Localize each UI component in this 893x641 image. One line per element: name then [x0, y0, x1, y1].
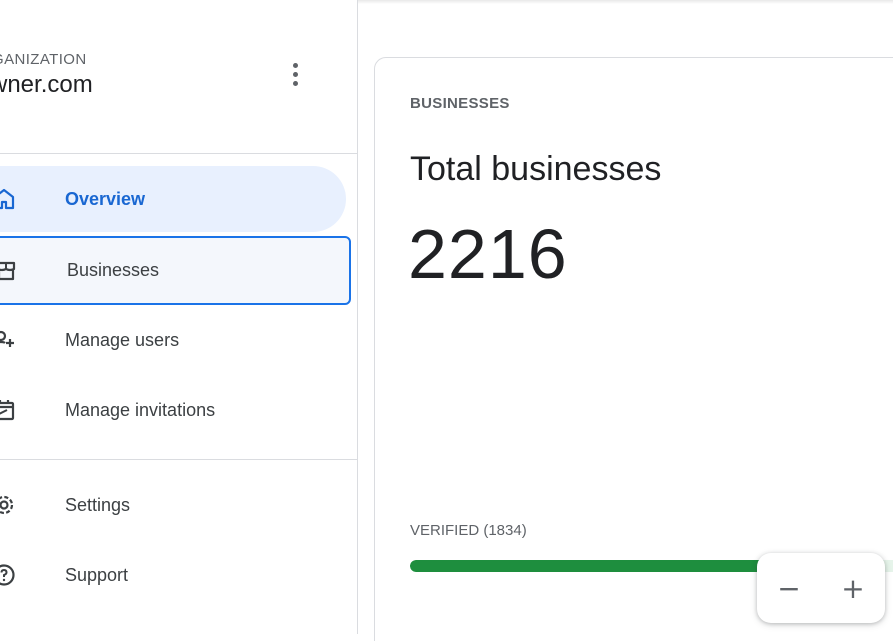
divider — [0, 153, 357, 154]
sidebar-item-label: Businesses — [67, 260, 160, 280]
add-user-icon — [0, 328, 16, 352]
sidebar-item-label: Overview — [65, 188, 146, 209]
sidebar-item-settings[interactable]: Settings — [0, 472, 346, 538]
calendar-check-icon — [0, 398, 16, 422]
store-icon — [0, 259, 18, 283]
sidebar-item-label: Settings — [65, 494, 131, 515]
verified-label: VERIFIED (1834) — [410, 522, 527, 539]
sidebar: GANIZATION wner.com Overview Businesses … — [0, 0, 358, 634]
sidebar-item-label: Manage invitations — [65, 399, 216, 420]
sidebar-item-label: Support — [65, 564, 129, 585]
zoom-out-button[interactable]: − — [769, 568, 809, 608]
help-icon — [0, 563, 16, 587]
divider — [0, 459, 357, 460]
home-icon — [0, 187, 16, 211]
zoom-in-button[interactable]: + — [833, 568, 873, 608]
sidebar-item-support[interactable]: Support — [0, 542, 346, 608]
app-frame: GANIZATION wner.com Overview Businesses … — [0, 0, 893, 641]
card-title: Total businesses — [410, 150, 662, 188]
card-eyebrow: BUSINESSES — [410, 95, 510, 112]
org-name: wner.com — [0, 71, 93, 98]
sidebar-item-manage-users[interactable]: Manage users — [0, 307, 346, 373]
sidebar-item-manage-invitations[interactable]: Manage invitations — [0, 377, 346, 443]
gear-icon — [0, 493, 16, 517]
total-businesses-value: 2216 — [408, 215, 568, 293]
sidebar-item-label: Manage users — [65, 329, 180, 350]
org-label: GANIZATION — [0, 51, 87, 68]
sidebar-item-businesses[interactable]: Businesses — [0, 236, 351, 305]
sidebar-item-overview[interactable]: Overview — [0, 166, 346, 232]
zoom-control: − + — [757, 553, 885, 623]
more-options-icon[interactable] — [280, 56, 310, 92]
